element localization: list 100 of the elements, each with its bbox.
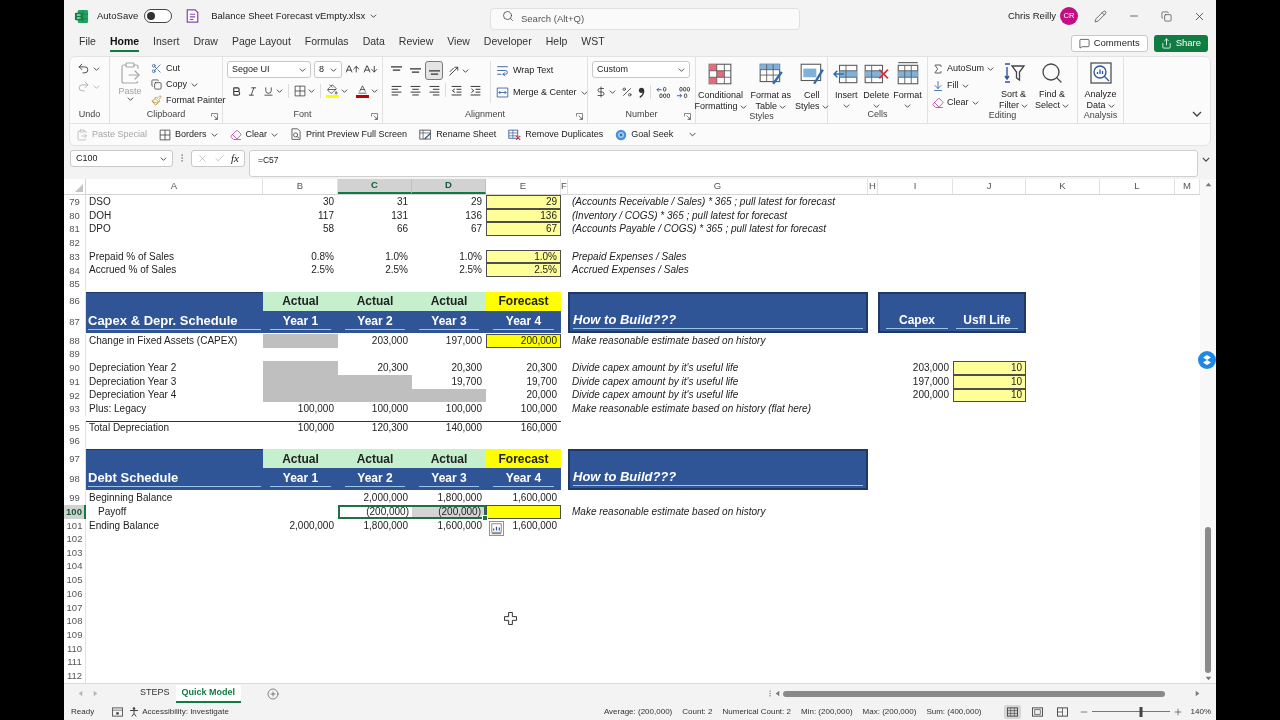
sheet-tab[interactable]: Quick Model (175, 684, 242, 703)
column-header[interactable]: F (561, 179, 568, 194)
column-header[interactable]: J (953, 179, 1026, 194)
quick-analysis-icon[interactable] (489, 520, 504, 536)
dialog-launcher-icon[interactable] (684, 113, 691, 120)
sheet-record-icon[interactable] (112, 706, 124, 717)
comma-style-icon[interactable] (638, 86, 645, 98)
horizontal-scrollbar-thumb[interactable] (783, 690, 1165, 697)
ribbon-tab[interactable]: Home (109, 34, 140, 52)
underline-button[interactable] (263, 85, 283, 97)
orientation-button[interactable] (448, 64, 469, 77)
align-left-icon[interactable] (390, 83, 403, 97)
increase-decimal-icon[interactable] (656, 85, 671, 99)
share-button[interactable]: Share (1153, 34, 1208, 52)
italic-icon[interactable] (247, 85, 258, 97)
add-sheet-icon[interactable] (267, 687, 280, 700)
goal-seek-button[interactable]: Goal Seek (615, 127, 674, 142)
column-header[interactable]: H (868, 179, 878, 194)
zoom-in-icon[interactable] (1172, 706, 1183, 717)
scroll-right-icon[interactable] (1195, 690, 1200, 697)
sort-filter-button[interactable]: Sort & Filter (997, 61, 1031, 111)
merge-center-button[interactable]: Merge & Center (496, 84, 588, 101)
normal-view-button[interactable] (1003, 704, 1021, 719)
dialog-launcher-icon[interactable] (371, 113, 378, 120)
autosum-button[interactable]: AutoSum (932, 61, 995, 76)
delete-button[interactable]: Delete (861, 61, 892, 110)
format-as-table-button[interactable]: Format as Table (748, 61, 793, 112)
accessibility-status[interactable]: Accessibility: Investigate (129, 705, 229, 718)
ribbon-tab[interactable]: WST (581, 34, 605, 52)
fill-color-button[interactable] (326, 84, 348, 98)
font-color-button[interactable] (356, 84, 378, 98)
scroll-down-icon[interactable] (1204, 676, 1212, 681)
remove-duplicates-button[interactable]: Remove Duplicates (508, 127, 604, 142)
expand-formula-bar-icon[interactable] (1202, 157, 1210, 162)
zoom-slider[interactable] (1091, 706, 1170, 717)
increase-indent-icon[interactable] (469, 83, 482, 97)
cell-styles-button[interactable]: Cell Styles (793, 61, 831, 112)
fill-button[interactable]: Fill (932, 78, 995, 93)
currency-button[interactable] (595, 86, 616, 98)
user-name[interactable]: Chris Reilly (1007, 8, 1056, 24)
decrease-indent-icon[interactable] (450, 83, 463, 97)
format-button[interactable]: Format (891, 61, 924, 110)
column-header[interactable]: C (338, 179, 412, 194)
vertical-scrollbar-thumb[interactable] (1205, 527, 1211, 673)
dialog-launcher-icon[interactable] (576, 113, 583, 120)
bold-icon[interactable] (231, 85, 242, 97)
wrap-text-button[interactable]: Wrap Text (496, 62, 588, 79)
percent-icon[interactable] (621, 86, 633, 98)
print-preview-button[interactable]: Print Preview Full Screen (290, 127, 408, 142)
align-bottom-button[interactable] (425, 61, 443, 80)
column-header[interactable]: L (1100, 179, 1175, 194)
dialog-launcher-icon[interactable] (211, 113, 218, 120)
restore-icon[interactable] (1161, 10, 1172, 22)
ribbon-tab[interactable]: Review (398, 34, 434, 52)
scroll-up-icon[interactable] (1204, 182, 1212, 187)
borders-button[interactable] (294, 85, 315, 97)
ribbon-tab[interactable]: Insert (153, 34, 180, 52)
analyze-data-button[interactable]: Analyze Data (1082, 61, 1119, 111)
ribbon-tab[interactable]: Data (362, 34, 385, 52)
insert-function-button[interactable]: fx (231, 153, 239, 164)
column-header[interactable]: A (86, 179, 263, 194)
align-center-icon[interactable] (409, 83, 422, 97)
comments-button[interactable]: Comments (1070, 34, 1148, 52)
autosave-toggle[interactable] (144, 9, 173, 23)
customize-toolbar-icon[interactable] (689, 132, 697, 137)
column-header[interactable]: K (1026, 179, 1100, 194)
column-header[interactable]: I (878, 179, 953, 194)
undo-button[interactable] (77, 62, 100, 75)
conditional-formatting-button[interactable]: Conditional Formatting (692, 61, 749, 112)
search-field[interactable]: Search (Alt+Q) (490, 7, 800, 30)
fill-handle[interactable] (482, 514, 488, 521)
insert-button[interactable]: Insert (831, 61, 862, 110)
format-painter-button[interactable]: Format Painter (151, 93, 226, 108)
scroll-left-icon[interactable] (775, 690, 780, 697)
clear-button[interactable]: Clear (932, 95, 995, 110)
formula-input[interactable]: =C57 (248, 150, 1198, 177)
file-name[interactable]: Balance Sheet Forecast vEmpty.xlsx (211, 8, 366, 24)
find-select-button[interactable]: Find & Select (1033, 61, 1072, 111)
borders-button[interactable]: Borders (159, 127, 218, 142)
ribbon-tab[interactable]: Draw (193, 34, 218, 52)
ribbon-tab[interactable]: View (447, 34, 470, 52)
app-badge-icon[interactable] (1198, 351, 1216, 369)
pen-icon[interactable] (1094, 9, 1107, 23)
ribbon-tab[interactable]: Formulas (304, 34, 349, 52)
column-header[interactable]: G (568, 179, 868, 194)
ribbon-tab[interactable]: Developer (483, 34, 532, 52)
collapse-ribbon-icon[interactable] (1192, 111, 1202, 117)
copy-button[interactable]: Copy (151, 77, 226, 92)
number-format-select[interactable]: Custom (592, 61, 690, 78)
decrease-decimal-icon[interactable] (676, 85, 691, 99)
rename-sheet-button[interactable]: Rename Sheet (419, 127, 497, 142)
zoom-level[interactable]: 140% (1190, 705, 1211, 718)
ribbon-tab[interactable]: Help (545, 34, 568, 52)
sheet-tab[interactable]: STEPS (134, 684, 176, 703)
ribbon-tab[interactable]: Page Layout (231, 34, 291, 52)
clear-button[interactable]: Clear (229, 127, 279, 142)
column-header[interactable]: E (486, 179, 561, 194)
name-box[interactable]: C100 (70, 150, 173, 167)
font-size-select[interactable]: 8 (314, 61, 342, 78)
ribbon-tab[interactable]: File (79, 34, 96, 52)
